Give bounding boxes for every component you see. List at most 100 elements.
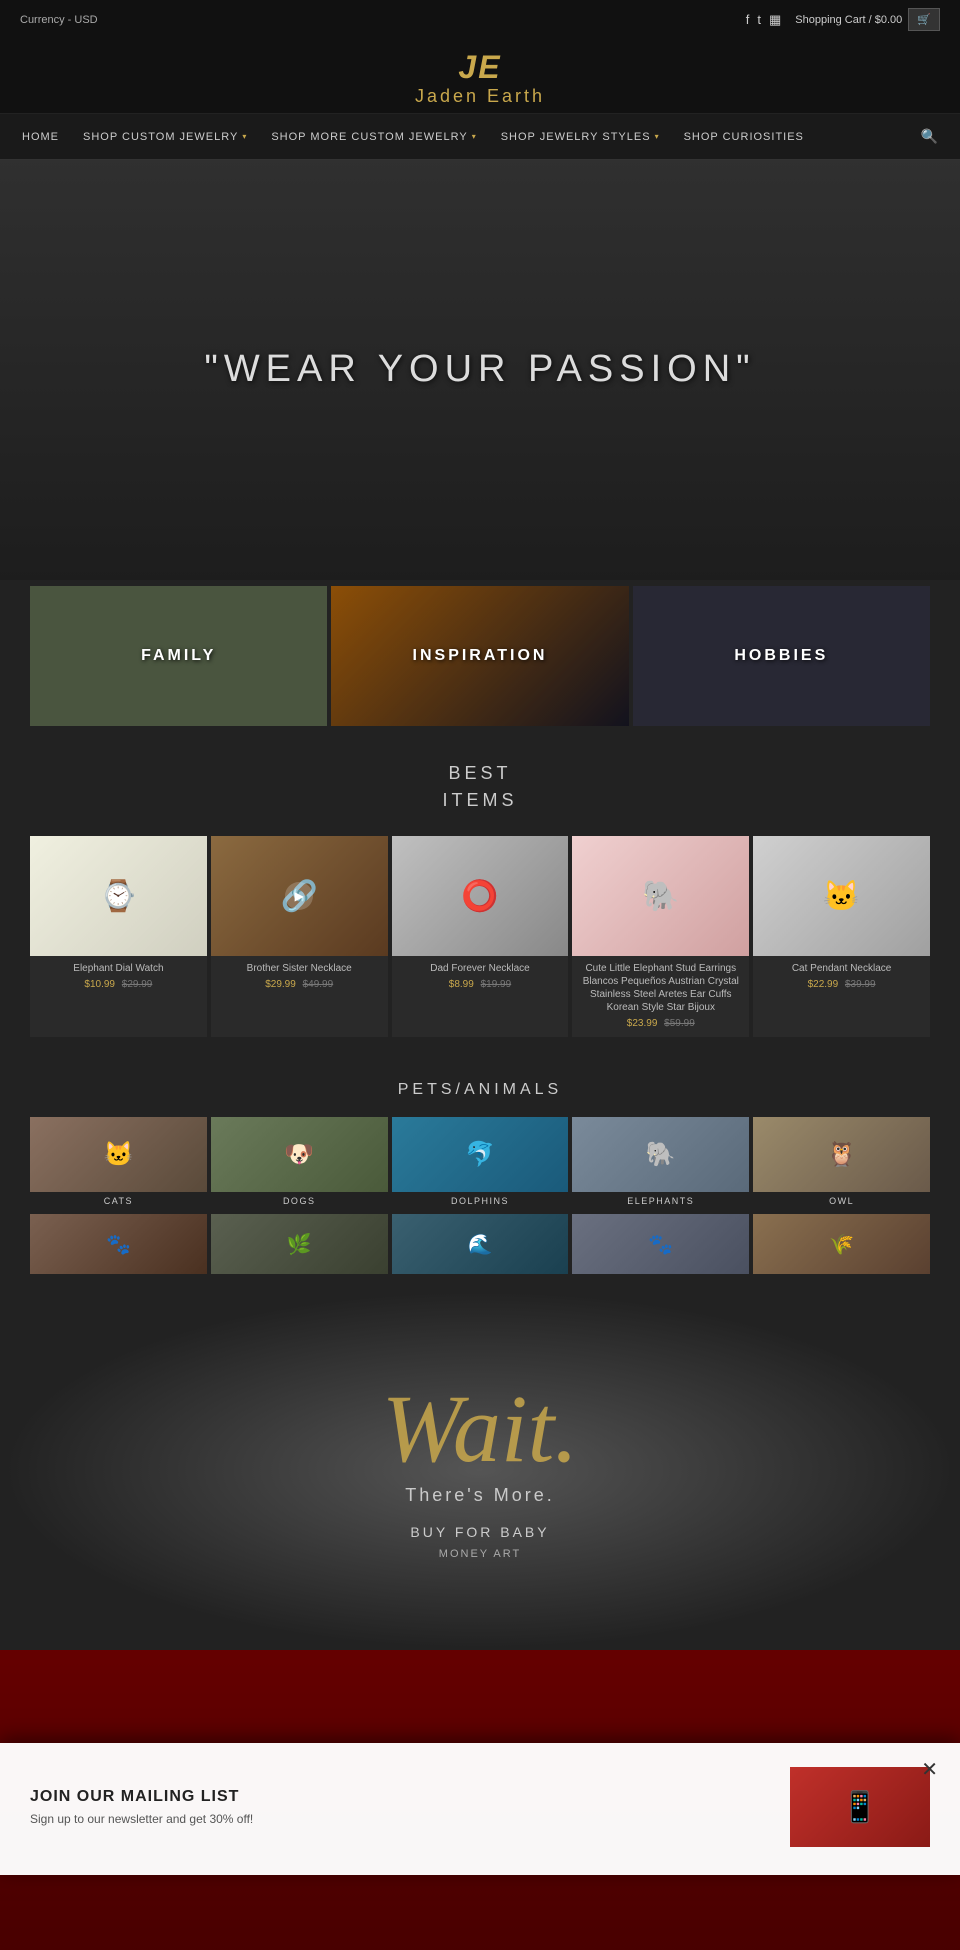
pet-more-2[interactable]: 🌿	[211, 1214, 388, 1274]
product-image-3: 🐘	[572, 836, 749, 956]
product-image-4: 🐱	[753, 836, 930, 956]
pet-card-dogs[interactable]: 🐶 DOGS	[211, 1117, 388, 1208]
pet-image-owl: 🦉	[753, 1117, 930, 1192]
cart-area[interactable]: Shopping Cart / $0.00 🛒	[795, 8, 940, 31]
wait-more-text: There's More.	[405, 1485, 554, 1506]
pet-card-owl[interactable]: 🦉 OWL	[753, 1117, 930, 1208]
newsletter-popup: JOIN OUR MAILING LIST Sign up to our new…	[0, 1743, 960, 1875]
nav-item-shop-more[interactable]: SHOP MORE CUSTOM JEWELRY ▾	[259, 117, 488, 157]
pet-more-4[interactable]: 🐾	[572, 1214, 749, 1274]
top-bar: Currency - USD f t ▦ Shopping Cart / $0.…	[0, 0, 960, 39]
product-card-3[interactable]: 🐘 Cute Little Elephant Stud Earrings Bla…	[572, 836, 749, 1037]
price-current-4: $22.99	[808, 979, 839, 990]
newsletter-close-button[interactable]: ✕	[913, 1753, 946, 1786]
money-art-label[interactable]: MONEY ART	[439, 1548, 521, 1560]
pet-image-dogs: 🐶	[211, 1117, 388, 1192]
family-bg: FAMILY	[30, 586, 327, 726]
pet-image-elephants: 🐘	[572, 1117, 749, 1192]
product-card-0[interactable]: ⌚ Elephant Dial Watch $10.99 $29.99	[30, 836, 207, 1037]
logo-name: Jaden Earth	[415, 86, 545, 107]
buy-for-baby-label[interactable]: BUY FOR BABY	[410, 1524, 549, 1540]
product-info-1: Brother Sister Necklace $29.99 $49.99	[211, 956, 388, 998]
pet-card-cats[interactable]: 🐱 CATS	[30, 1117, 207, 1208]
newsletter-content: JOIN OUR MAILING LIST Sign up to our new…	[30, 1788, 770, 1826]
pet-label-dogs: DOGS	[211, 1192, 388, 1208]
logo-initials: JE	[415, 49, 545, 86]
price-original-2: $19.99	[481, 979, 512, 990]
price-current-1: $29.99	[265, 979, 296, 990]
hero-banner: "WEAR YOUR PASSION"	[0, 160, 960, 580]
search-icon[interactable]: 🔍	[909, 114, 950, 159]
product-price-2: $8.99 $19.99	[398, 979, 563, 990]
product-name-4: Cat Pendant Necklace	[759, 962, 924, 975]
product-image-2: ⭕	[392, 836, 569, 956]
category-card-hobbies[interactable]: HOBBIES	[633, 586, 930, 726]
pets-grid: 🐱 CATS 🐶 DOGS 🐬 DOLPHINS 🐘 ELEPHANTS 🦉 O…	[0, 1113, 960, 1212]
product-price-3: $23.99 $59.99	[578, 1018, 743, 1029]
product-price-1: $29.99 $49.99	[217, 979, 382, 990]
category-card-family[interactable]: FAMILY	[30, 586, 327, 726]
play-icon: ▶	[285, 882, 313, 910]
facebook-icon[interactable]: f	[746, 12, 750, 28]
product-name-0: Elephant Dial Watch	[36, 962, 201, 975]
product-info-0: Elephant Dial Watch $10.99 $29.99	[30, 956, 207, 998]
product-name-2: Dad Forever Necklace	[398, 962, 563, 975]
pet-label-elephants: ELEPHANTS	[572, 1192, 749, 1208]
best-items-header: BESTITEMS	[0, 732, 960, 830]
product-card-4[interactable]: 🐱 Cat Pendant Necklace $22.99 $39.99	[753, 836, 930, 1037]
hero-content: "WEAR YOUR PASSION"	[204, 345, 755, 394]
product-name-3: Cute Little Elephant Stud Earrings Blanc…	[578, 962, 743, 1014]
twitter-icon[interactable]: t	[757, 12, 761, 28]
product-price-4: $22.99 $39.99	[759, 979, 924, 990]
category-card-inspiration[interactable]: INSPIRATION	[331, 586, 628, 726]
top-bar-right: f t ▦ Shopping Cart / $0.00 🛒	[746, 8, 940, 31]
cart-label: Shopping Cart / $0.00	[795, 14, 902, 26]
nav-item-jewelry-styles[interactable]: SHOP JEWELRY STYLES ▾	[489, 117, 672, 157]
category-label-hobbies: HOBBIES	[734, 647, 828, 665]
pet-more-5[interactable]: 🌾	[753, 1214, 930, 1274]
currency-label: Currency - USD	[20, 14, 98, 26]
nav-item-home[interactable]: HOME	[10, 117, 71, 157]
product-card-1[interactable]: 🔗 ▶ Brother Sister Necklace $29.99 $49.9…	[211, 836, 388, 1037]
newsletter-title: JOIN OUR MAILING LIST	[30, 1788, 770, 1806]
wait-section: Wait. There's More. BUY FOR BABY MONEY A…	[0, 1290, 960, 1650]
pet-label-owl: OWL	[753, 1192, 930, 1208]
wait-text: Wait.	[382, 1381, 579, 1477]
cart-icon: 🛒	[908, 8, 940, 31]
products-row: ⌚ Elephant Dial Watch $10.99 $29.99 🔗 ▶ …	[0, 830, 960, 1057]
pet-card-elephants[interactable]: 🐘 ELEPHANTS	[572, 1117, 749, 1208]
product-image-0: ⌚	[30, 836, 207, 956]
instagram-icon[interactable]: ▦	[769, 12, 781, 28]
product-info-2: Dad Forever Necklace $8.99 $19.99	[392, 956, 569, 998]
hobbies-bg: HOBBIES	[633, 586, 930, 726]
product-info-3: Cute Little Elephant Stud Earrings Blanc…	[572, 956, 749, 1037]
pet-label-cats: CATS	[30, 1192, 207, 1208]
pets-section: PETS/ANIMALS 🐱 CATS 🐶 DOGS 🐬 DOLPHINS 🐘 …	[0, 1057, 960, 1290]
pet-image-cats: 🐱	[30, 1117, 207, 1192]
inspiration-bg: INSPIRATION	[331, 586, 628, 726]
price-original-0: $29.99	[122, 979, 153, 990]
category-label-family: FAMILY	[141, 647, 216, 665]
product-name-1: Brother Sister Necklace	[217, 962, 382, 975]
newsletter-subtitle: Sign up to our newsletter and get 30% of…	[30, 1812, 770, 1826]
pet-label-dolphins: DOLPHINS	[392, 1192, 569, 1208]
product-price-0: $10.99 $29.99	[36, 979, 201, 990]
pets-grid-row2: 🐾 🌿 🌊 🐾 🌾	[0, 1212, 960, 1280]
product-card-2[interactable]: ⭕ Dad Forever Necklace $8.99 $19.99	[392, 836, 569, 1037]
price-original-1: $49.99	[303, 979, 334, 990]
chevron-icon: ▾	[242, 132, 247, 141]
logo-bar: JE Jaden Earth	[0, 39, 960, 114]
pet-more-1[interactable]: 🐾	[30, 1214, 207, 1274]
pet-card-dolphins[interactable]: 🐬 DOLPHINS	[392, 1117, 569, 1208]
pet-more-3[interactable]: 🌊	[392, 1214, 569, 1274]
nav-item-curiosities[interactable]: SHOP CURIOSITIES	[672, 117, 816, 157]
logo[interactable]: JE Jaden Earth	[415, 49, 545, 107]
price-original-3: $59.99	[664, 1018, 695, 1029]
category-grid: FAMILY INSPIRATION HOBBIES	[0, 580, 960, 732]
price-current-3: $23.99	[627, 1018, 658, 1029]
currency-area: Currency - USD	[20, 14, 98, 26]
chevron-icon: ▾	[655, 132, 660, 141]
pet-image-dolphins: 🐬	[392, 1117, 569, 1192]
category-label-inspiration: INSPIRATION	[413, 647, 548, 665]
nav-item-shop-custom[interactable]: SHOP CUSTOM JEWELRY ▾	[71, 117, 259, 157]
